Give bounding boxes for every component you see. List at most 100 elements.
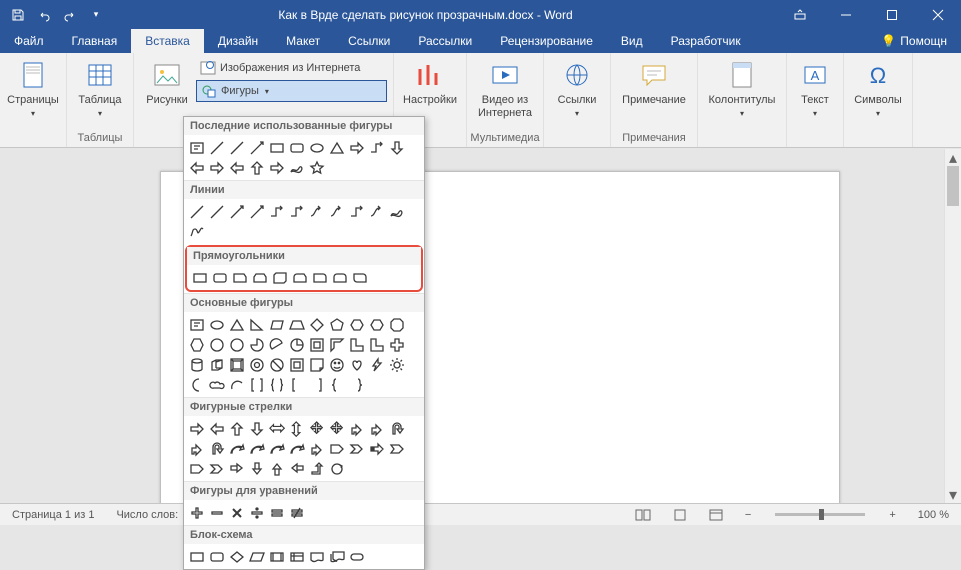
shape-eqMul[interactable] xyxy=(227,503,246,522)
shape-eqEq[interactable] xyxy=(267,503,286,522)
shape-line[interactable] xyxy=(207,202,226,221)
shape-arrL[interactable] xyxy=(207,419,226,438)
shape-arrCurve[interactable] xyxy=(247,439,266,458)
shape-halfframe[interactable] xyxy=(327,335,346,354)
shape-callarrL[interactable] xyxy=(287,459,306,478)
shape-pentarrow[interactable] xyxy=(327,439,346,458)
scroll-down-icon[interactable]: ▾ xyxy=(945,486,961,503)
shape-arrBent[interactable] xyxy=(307,439,326,458)
shape-textbox[interactable] xyxy=(187,138,206,157)
shape-arrUD[interactable] xyxy=(287,419,306,438)
shape-arrD[interactable] xyxy=(387,138,406,157)
zoom-level[interactable]: 100 % xyxy=(914,509,953,521)
shape-teardrop[interactable] xyxy=(287,335,306,354)
shape-foldcorner[interactable] xyxy=(307,355,326,374)
shape-arrowline[interactable] xyxy=(247,138,266,157)
shape-flowdoc[interactable] xyxy=(307,547,326,566)
shape-connL[interactable] xyxy=(287,202,306,221)
shape-eqMinus[interactable] xyxy=(207,503,226,522)
settings-button[interactable]: Настройки xyxy=(400,57,460,107)
shape-callarrU[interactable] xyxy=(267,459,286,478)
shape-freeform[interactable] xyxy=(387,202,406,221)
shape-rbrace[interactable] xyxy=(347,375,366,394)
scroll-thumb[interactable] xyxy=(947,166,959,206)
view-print-icon[interactable] xyxy=(669,509,691,521)
shape-arrR[interactable] xyxy=(187,419,206,438)
shape-arrCurve[interactable] xyxy=(267,439,286,458)
tab-view[interactable]: Вид xyxy=(607,29,657,53)
shape-doublebrkt[interactable] xyxy=(247,375,266,394)
shape-trap[interactable] xyxy=(287,315,306,334)
shape-flowproc[interactable] xyxy=(187,547,206,566)
shape-chord[interactable] xyxy=(267,335,286,354)
shape-callarrD[interactable] xyxy=(247,459,266,478)
minimize-icon[interactable] xyxy=(823,0,869,29)
shape-callarrR[interactable] xyxy=(227,459,246,478)
shape-round1[interactable] xyxy=(310,268,329,287)
shape-flowdec[interactable] xyxy=(227,547,246,566)
shape-pent[interactable] xyxy=(327,315,346,334)
shape-arrU[interactable] xyxy=(247,158,266,177)
tab-review[interactable]: Рецензирование xyxy=(486,29,607,53)
comment-button[interactable]: Примечание xyxy=(617,57,691,107)
shape-pentarrow[interactable] xyxy=(187,459,206,478)
shape-arrU2[interactable] xyxy=(387,419,406,438)
shape-hex[interactable] xyxy=(367,315,386,334)
shape-rect[interactable] xyxy=(190,268,209,287)
shape-arrCurve[interactable] xyxy=(227,439,246,458)
shape-flowintern[interactable] xyxy=(287,547,306,566)
zoom-in-button[interactable]: + xyxy=(885,509,899,521)
shape-cloud[interactable] xyxy=(207,375,226,394)
shape-arrBent[interactable] xyxy=(367,419,386,438)
shape-arrLR[interactable] xyxy=(267,419,286,438)
shape-dodec[interactable] xyxy=(227,335,246,354)
ribbon-options-icon[interactable] xyxy=(777,0,823,29)
shape-heart[interactable] xyxy=(347,355,366,374)
shape-pie[interactable] xyxy=(247,335,266,354)
shape-curve[interactable] xyxy=(327,202,346,221)
shape-line[interactable] xyxy=(187,202,206,221)
shape-eqNeq[interactable] xyxy=(287,503,306,522)
shape-notched[interactable] xyxy=(387,439,406,458)
tab-mailings[interactable]: Рассылки xyxy=(404,29,486,53)
shape-arrBent[interactable] xyxy=(347,419,366,438)
shape-freeform[interactable] xyxy=(287,158,306,177)
tab-home[interactable]: Главная xyxy=(58,29,132,53)
shape-arrQuad[interactable] xyxy=(307,419,326,438)
shape-hex[interactable] xyxy=(347,315,366,334)
shape-flowpredef[interactable] xyxy=(267,547,286,566)
shape-flowterm[interactable] xyxy=(347,547,366,566)
shape-bevel[interactable] xyxy=(227,355,246,374)
shape-lbrace[interactable] xyxy=(327,375,346,394)
shape-para[interactable] xyxy=(267,315,286,334)
shape-line[interactable] xyxy=(207,138,226,157)
shape-arrR[interactable] xyxy=(207,158,226,177)
pictures-button[interactable]: Рисунки xyxy=(140,57,194,107)
shape-eqDiv[interactable] xyxy=(247,503,266,522)
tab-developer[interactable]: Разработчик xyxy=(657,29,755,53)
vertical-scrollbar[interactable]: ▴ ▾ xyxy=(944,149,961,503)
save-icon[interactable] xyxy=(6,4,30,26)
links-button[interactable]: Ссылки▾ xyxy=(550,57,604,119)
shape-flowmulti[interactable] xyxy=(327,547,346,566)
shape-lbrkt[interactable] xyxy=(287,375,306,394)
shape-curve[interactable] xyxy=(307,202,326,221)
shape-eqPlus[interactable] xyxy=(187,503,206,522)
shape-arrU2[interactable] xyxy=(207,439,226,458)
view-read-icon[interactable] xyxy=(631,509,655,521)
shape-striped[interactable] xyxy=(367,439,386,458)
shape-star5[interactable] xyxy=(307,158,326,177)
zoom-slider[interactable] xyxy=(775,513,865,516)
shape-dodec[interactable] xyxy=(207,335,226,354)
shape-oval[interactable] xyxy=(207,315,226,334)
shape-bentup[interactable] xyxy=(307,459,326,478)
shape-arrQuad[interactable] xyxy=(327,419,346,438)
tab-file[interactable]: Файл xyxy=(0,29,58,53)
shape-arrL[interactable] xyxy=(227,158,246,177)
shape-sniproundrect[interactable] xyxy=(290,268,309,287)
shape-Lshape[interactable] xyxy=(367,335,386,354)
shape-flowio[interactable] xyxy=(247,547,266,566)
shape-moon[interactable] xyxy=(187,375,206,394)
shape-line[interactable] xyxy=(227,138,246,157)
redo-icon[interactable] xyxy=(58,4,82,26)
